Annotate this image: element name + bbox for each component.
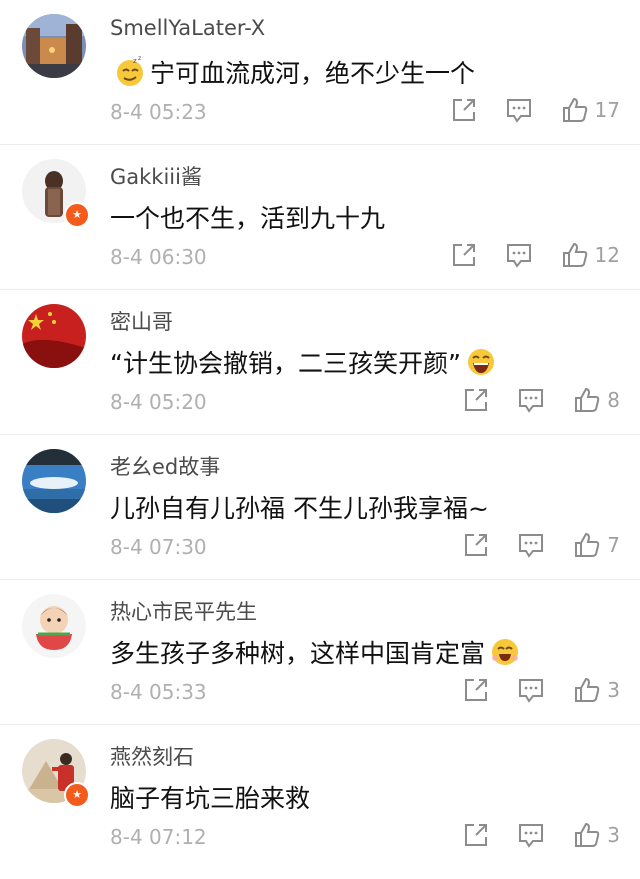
comment-icon	[519, 824, 544, 848]
verified-badge-icon: ★	[64, 782, 90, 808]
comment-actions: 17	[423, 96, 620, 124]
comment-item: 热心市民平先生 多生孩子多种树，这样中国肯定富 8-4 05:33 3	[0, 580, 640, 725]
reply-button[interactable]	[517, 387, 545, 413]
share-icon	[452, 244, 475, 266]
share-icon	[465, 824, 488, 846]
comment-icon	[519, 534, 544, 558]
thumbs-up-icon	[562, 97, 587, 122]
svg-text:z: z	[138, 56, 141, 62]
avatar[interactable]	[22, 594, 86, 658]
comment-item: 密山哥 “计生协会撤销，二三孩笑开颜” 8-4 05:20 8	[0, 290, 640, 435]
username[interactable]: Gakkiii酱	[110, 161, 202, 191]
comment-actions: 8	[435, 386, 620, 414]
reply-button[interactable]	[517, 532, 545, 558]
like-button[interactable]: 3	[573, 676, 620, 704]
thumbs-up-icon	[575, 822, 600, 847]
comment-item: SmellYaLater-X z z 宁可血流成河，绝不少生一个 8-4 05:…	[0, 0, 640, 145]
username[interactable]: 燕然刻石	[110, 741, 194, 771]
svg-text:z: z	[133, 57, 137, 65]
timestamp: 8-4 05:23	[110, 100, 207, 124]
share-icon	[465, 389, 488, 411]
like-count: 3	[607, 678, 620, 702]
reply-button[interactable]	[517, 677, 545, 703]
thumbs-up-icon	[575, 387, 600, 412]
comment-item: 老幺ed故事 儿孙自有儿孙福 不生儿孙我享福~ 8-4 07:30 7	[0, 435, 640, 580]
comment-icon	[506, 244, 531, 268]
share-button[interactable]	[463, 532, 489, 558]
reply-button[interactable]	[505, 242, 533, 268]
comment-item: ★ 燕然刻石 脑子有坑三胎来救 8-4 07:12 3	[0, 725, 640, 870]
comment-icon	[519, 389, 544, 413]
comment-actions: 3	[435, 821, 620, 849]
like-count: 8	[607, 388, 620, 412]
thumbs-up-icon	[575, 677, 600, 702]
timestamp: 8-4 07:12	[110, 825, 207, 849]
laughing-emoji-icon	[467, 349, 494, 375]
username[interactable]: 老幺ed故事	[110, 451, 220, 481]
share-button[interactable]	[463, 677, 489, 703]
thumbs-up-icon	[562, 242, 587, 267]
timestamp: 8-4 06:30	[110, 245, 207, 269]
share-button[interactable]	[451, 242, 477, 268]
smirk-emoji-icon: z z	[117, 56, 143, 86]
comment-text: 儿孙自有儿孙福 不生儿孙我享福~	[110, 489, 489, 525]
like-count: 17	[594, 98, 620, 122]
like-count: 7	[607, 533, 620, 557]
share-icon	[452, 99, 475, 121]
share-icon	[465, 534, 488, 556]
share-icon	[465, 679, 488, 701]
like-count: 3	[607, 823, 620, 847]
comment-text: 脑子有坑三胎来救	[110, 779, 310, 815]
comment-text-content: 一个也不生，活到九十九	[110, 204, 386, 233]
like-button[interactable]: 7	[573, 531, 620, 559]
username[interactable]: 密山哥	[110, 306, 173, 336]
reply-button[interactable]	[517, 822, 545, 848]
share-button[interactable]	[451, 97, 477, 123]
timestamp: 8-4 05:20	[110, 390, 207, 414]
comment-actions: 7	[435, 531, 620, 559]
comment-text-content: “计生协会撤销，二三孩笑开颜”	[110, 349, 461, 378]
grinning-emoji-icon	[492, 639, 519, 665]
comment-text-content: 宁可血流成河，绝不少生一个	[150, 59, 476, 88]
comment-actions: 3	[435, 676, 620, 704]
comment-text-content: 脑子有坑三胎来救	[110, 784, 311, 813]
avatar[interactable]	[22, 14, 86, 78]
comment-text: 多生孩子多种树，这样中国肯定富	[110, 634, 525, 670]
reply-button[interactable]	[505, 97, 533, 123]
share-button[interactable]	[463, 387, 489, 413]
like-button[interactable]: 12	[561, 241, 620, 269]
comment-text: 一个也不生，活到九十九	[110, 199, 385, 235]
comment-text: z z 宁可血流成河，绝不少生一个	[110, 54, 475, 90]
verified-badge-icon: ★	[64, 202, 90, 228]
username[interactable]: SmellYaLater-X	[110, 16, 265, 40]
timestamp: 8-4 07:30	[110, 535, 207, 559]
comment-actions: 12	[423, 241, 620, 269]
comment-icon	[519, 679, 544, 703]
like-button[interactable]: 3	[573, 821, 620, 849]
share-button[interactable]	[463, 822, 489, 848]
avatar[interactable]	[22, 304, 86, 368]
timestamp: 8-4 05:33	[110, 680, 207, 704]
comment-list: SmellYaLater-X z z 宁可血流成河，绝不少生一个 8-4 05:…	[0, 0, 640, 870]
like-count: 12	[594, 243, 620, 267]
avatar[interactable]	[22, 449, 86, 513]
comment-icon	[506, 99, 531, 123]
username[interactable]: 热心市民平先生	[110, 596, 257, 626]
like-button[interactable]: 8	[573, 386, 620, 414]
comment-text-content: 多生孩子多种树，这样中国肯定富	[110, 639, 486, 668]
comment-item: ★ Gakkiii酱 一个也不生，活到九十九 8-4 06:30 12	[0, 145, 640, 290]
thumbs-up-icon	[575, 532, 600, 557]
like-button[interactable]: 17	[561, 96, 620, 124]
comment-text-content: 儿孙自有儿孙福 不生儿孙我享福~	[110, 494, 489, 523]
comment-text: “计生协会撤销，二三孩笑开颜”	[110, 344, 501, 380]
